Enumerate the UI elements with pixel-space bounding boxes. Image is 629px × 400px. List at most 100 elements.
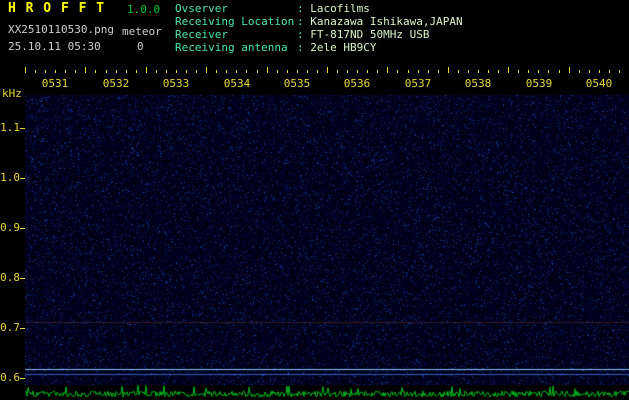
hrofft-output: H R O F F T 1.0.0 XX2510110530.png meteo… [0,0,629,400]
time-axis-label: 0533 [160,77,192,90]
time-tick [156,70,157,73]
time-axis-label: 0536 [341,77,373,90]
time-tick [428,70,429,73]
frequency-axis-label: 0.6 [0,371,20,384]
time-tick [438,70,439,73]
time-tick [538,70,539,73]
info-separator: : [297,41,310,54]
meteor-count: 0 [137,40,144,53]
time-axis-label: 0539 [523,77,555,90]
signal-level-trace [25,384,629,399]
time-tick [65,70,66,73]
time-tick [397,70,398,73]
time-tick [377,70,378,73]
info-separator: : [297,28,310,41]
time-tick [116,70,117,73]
frequency-axis-label: 0.7 [0,321,20,334]
time-tick [236,70,237,73]
time-tick [126,70,127,73]
time-tick [257,70,258,73]
frequency-axis-label: 0.9 [0,221,20,234]
frequency-axis-label: 0.8 [0,271,20,284]
info-separator: : [297,2,310,15]
app-version: 1.0.0 [127,3,160,16]
time-tick [478,70,479,73]
time-tick [599,70,600,73]
app-title: H R O F F T [8,1,105,16]
time-tick [297,70,298,73]
station-info-row: Receiver: FT-817ND 50MHz USB [175,28,463,41]
station-info-row: Receiving Location: Kanazawa Ishikawa,JA… [175,15,463,28]
time-tick [206,67,207,73]
time-axis-label: 0538 [462,77,494,90]
info-value: Lacofilms [310,2,370,15]
time-tick [609,70,610,73]
time-tick [367,70,368,73]
time-axis-label: 0531 [39,77,71,90]
time-tick [166,70,167,73]
info-value: Kanazawa Ishikawa,JAPAN [310,15,462,28]
time-tick [528,70,529,73]
time-tick [347,70,348,73]
time-tick [518,70,519,73]
time-tick [448,67,449,73]
time-tick [569,67,570,73]
station-info-row: Ovserver: Lacofilms [175,2,463,15]
time-axis-label: 0537 [402,77,434,90]
time-tick [176,70,177,73]
frequency-axis-label: 1.0 [0,171,20,184]
station-info: Ovserver: LacofilmsReceiving Location: K… [175,2,463,54]
header: H R O F F T 1.0.0 XX2510110530.png meteo… [0,0,629,60]
time-tick [498,70,499,73]
time-axis-label: 0532 [100,77,132,90]
info-label: Ovserver [175,2,297,15]
spectrogram-plot: kHz 0531 0532 0533 0534 0535 0536 0537 0538 0539… [0,60,629,400]
observation-datetime: 25.10.11 05:30 [8,40,101,53]
time-axis-label: 0535 [281,77,313,90]
time-tick [196,70,197,73]
info-label: Receiving Location [175,15,297,28]
time-tick [337,70,338,73]
time-tick [468,70,469,73]
time-tick [186,70,187,73]
frequency-unit-label: kHz [2,87,22,100]
time-tick [85,67,86,73]
time-tick [548,70,549,73]
time-tick [216,70,217,73]
time-tick [287,70,288,73]
time-tick [317,70,318,73]
time-tick [589,70,590,73]
time-tick [95,70,96,73]
time-tick [246,70,247,73]
time-axis-label: 0534 [221,77,253,90]
time-tick [106,70,107,73]
time-tick [136,70,137,73]
frequency-axis-label: 1.1 [0,121,20,134]
time-tick [25,67,26,73]
info-separator: : [297,15,310,28]
time-tick [45,70,46,73]
time-tick [488,70,489,73]
time-tick [619,70,620,73]
time-tick [508,67,509,73]
time-tick [307,70,308,73]
time-tick [35,70,36,73]
time-axis-label: 0540 [583,77,615,90]
time-tick [75,70,76,73]
time-tick [579,70,580,73]
output-filename: XX2510110530.png [8,23,114,36]
time-tick [408,70,409,73]
time-tick [226,70,227,73]
time-tick [267,67,268,73]
time-tick [357,70,358,73]
time-tick [327,67,328,73]
info-label: Receiver [175,28,297,41]
time-tick [418,70,419,73]
time-tick [458,70,459,73]
info-value: 2ele HB9CY [310,41,376,54]
time-tick [146,67,147,73]
time-tick [55,70,56,73]
info-label: Receiving antenna [175,41,297,54]
station-info-row: Receiving antenna: 2ele HB9CY [175,41,463,54]
mode-label: meteor [122,25,162,38]
